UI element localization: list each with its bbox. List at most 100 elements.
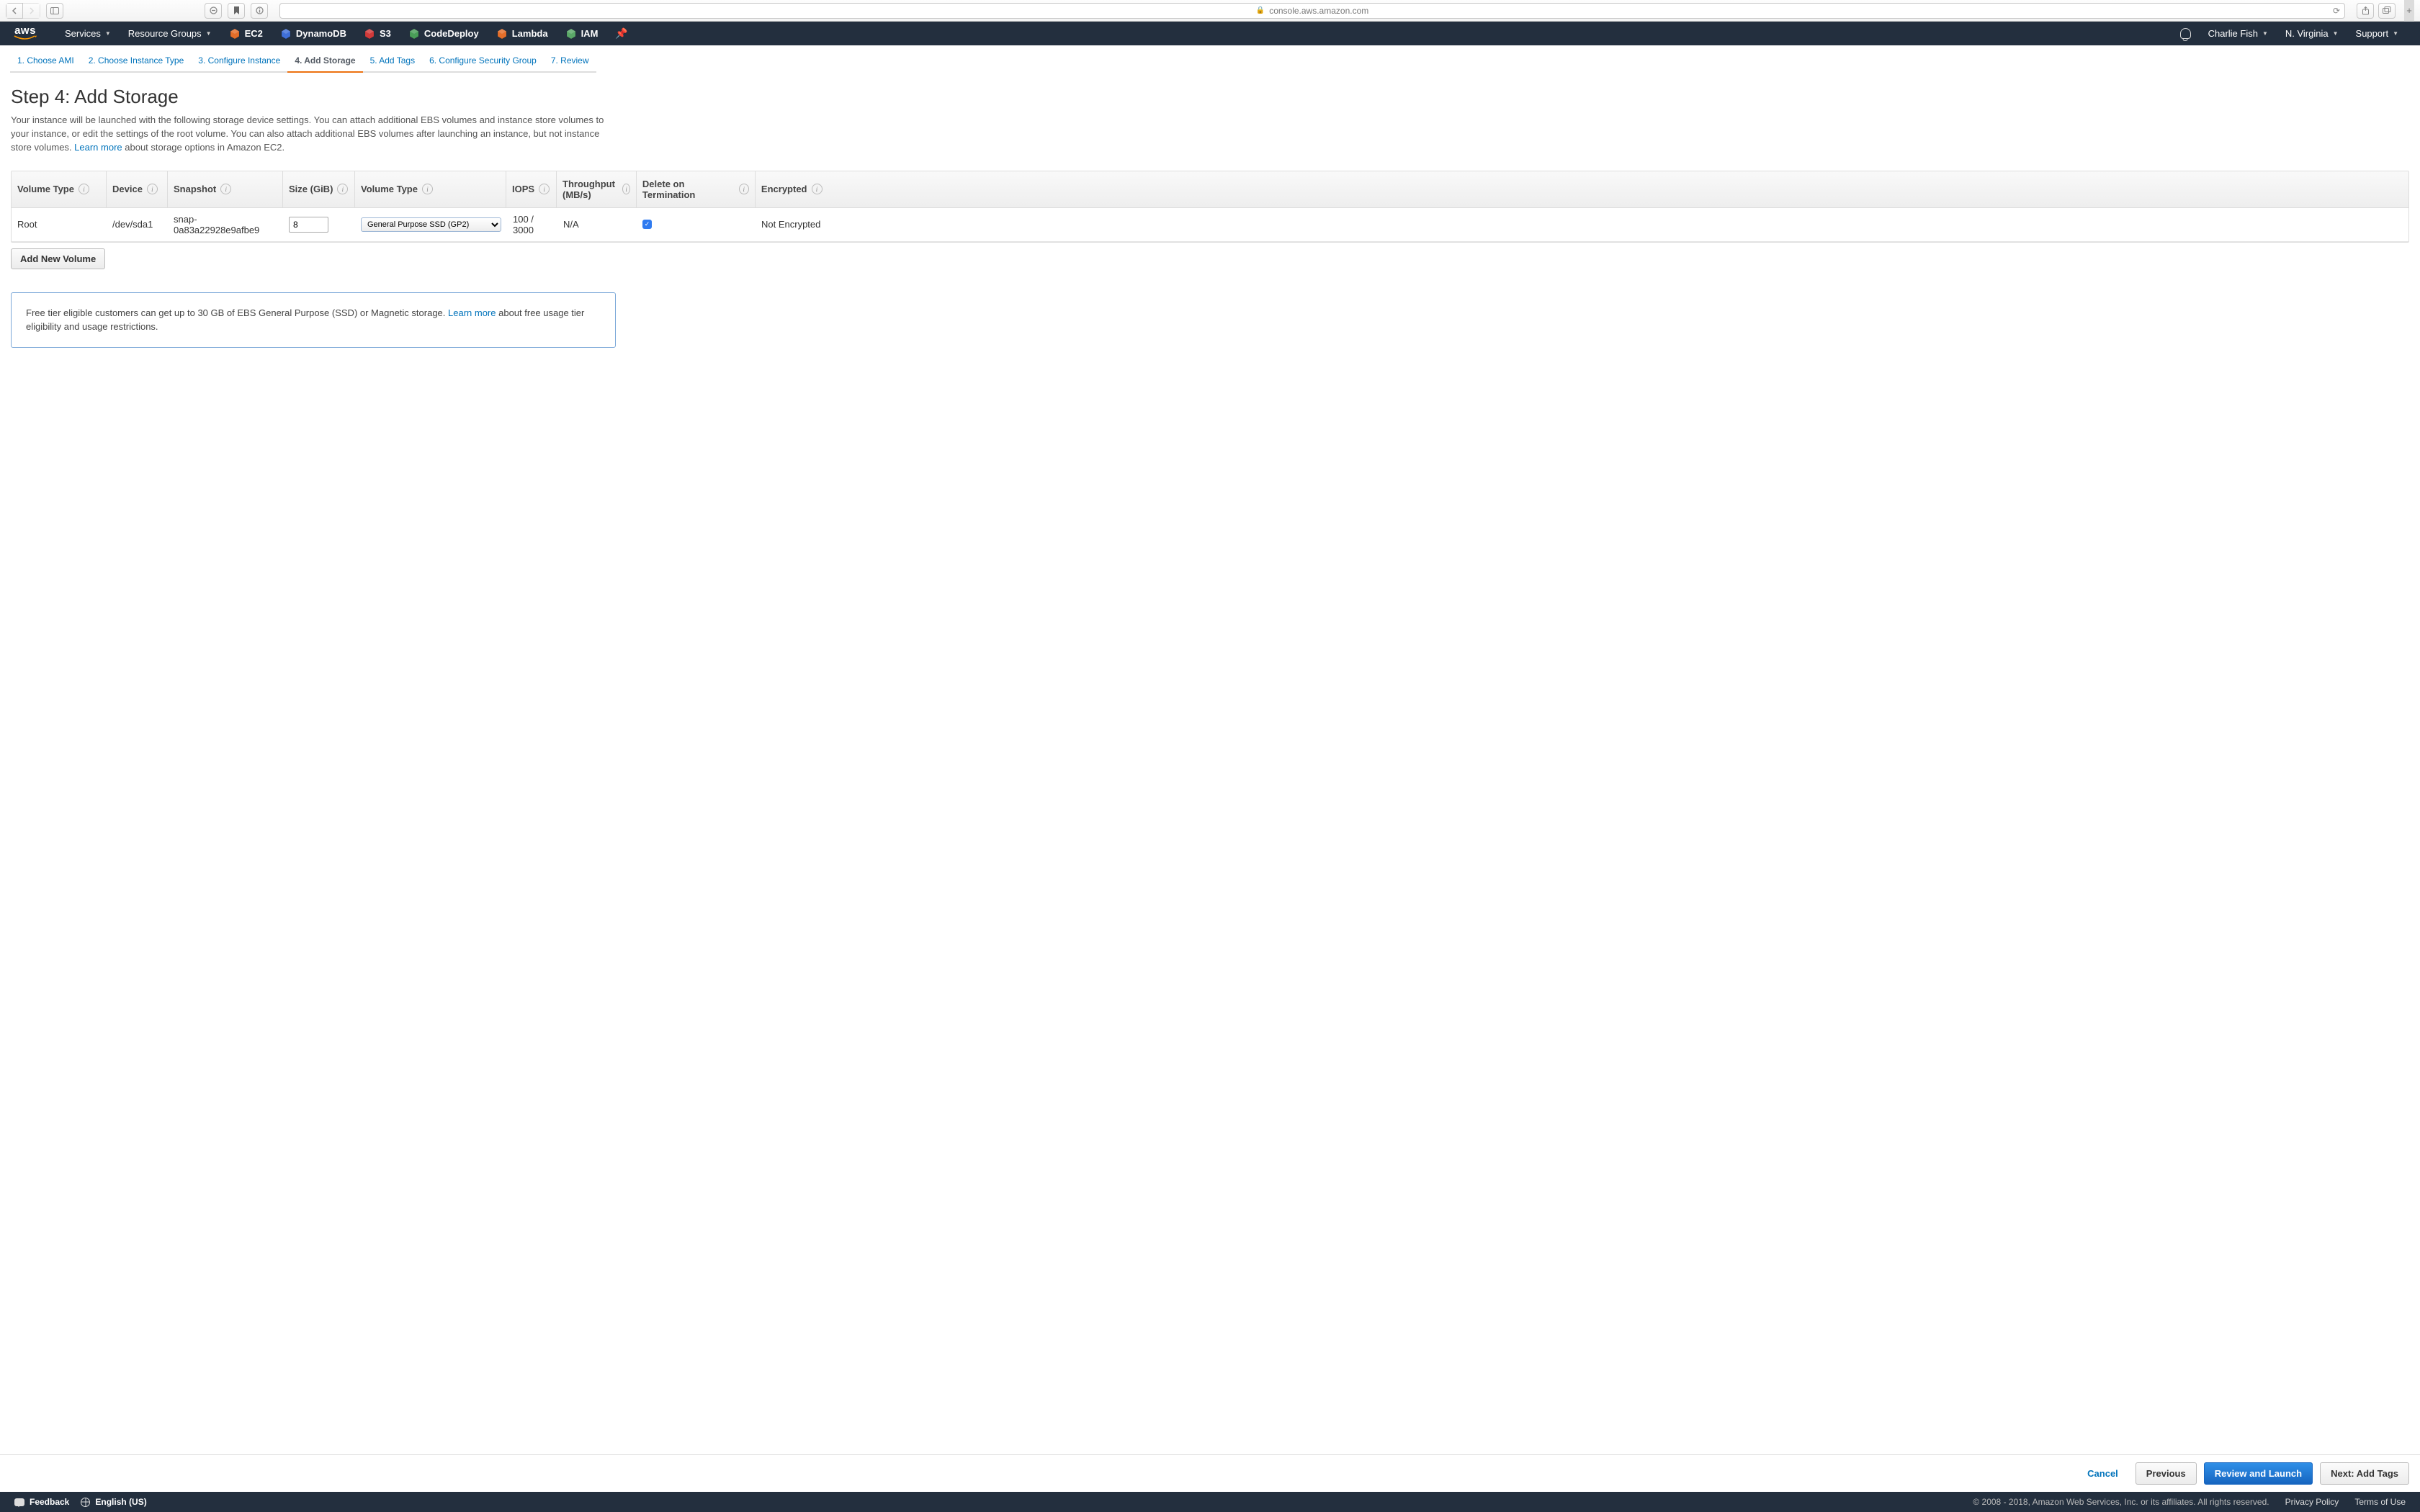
caret-down-icon: ▼ — [2333, 30, 2339, 37]
th-throughput: Throughput (MB/s)i — [557, 171, 637, 207]
nav-resource-groups-label: Resource Groups — [128, 28, 202, 39]
address-bar[interactable]: 🔒 console.aws.amazon.com ⟳ — [279, 3, 2345, 19]
dynamodb-icon — [280, 28, 292, 40]
url-host: console.aws.amazon.com — [1269, 6, 1368, 16]
privacy-report-button[interactable] — [205, 3, 222, 19]
cancel-button[interactable]: Cancel — [2077, 1462, 2128, 1485]
info-icon[interactable]: i — [337, 184, 348, 194]
footer-terms-link[interactable]: Terms of Use — [2354, 1497, 2406, 1507]
nav-shortcut-label: CodeDeploy — [424, 28, 479, 39]
nav-shortcut-lambda[interactable]: Lambda — [488, 22, 557, 45]
info-icon[interactable]: i — [812, 184, 823, 194]
table-header-row: Volume Typei Devicei Snapshoti Size (GiB… — [12, 171, 2408, 208]
info-icon[interactable]: i — [422, 184, 433, 194]
th-label: IOPS — [512, 184, 534, 194]
main-content: Step 4: Add Storage Your instance will b… — [0, 73, 2420, 1512]
forward-button[interactable] — [23, 3, 40, 19]
previous-button[interactable]: Previous — [2136, 1462, 2197, 1485]
share-button[interactable] — [2357, 3, 2374, 19]
pin-icon: 📌 — [615, 27, 627, 40]
cell-delete: ✓ — [637, 208, 756, 241]
nav-support[interactable]: Support ▼ — [2347, 22, 2407, 45]
footer-copyright: © 2008 - 2018, Amazon Web Services, Inc.… — [1973, 1497, 2269, 1507]
wizard-step-6[interactable]: 6. Configure Security Group — [422, 51, 544, 73]
cell-snapshot: snap-0a83a22928e9afbe9 — [168, 208, 283, 241]
back-button[interactable] — [6, 3, 23, 19]
th-snapshot: Snapshoti — [168, 171, 283, 207]
s3-icon — [364, 28, 375, 40]
free-tier-info-box: Free tier eligible customers can get up … — [11, 292, 616, 348]
aws-footer: Feedback English (US) © 2008 - 2018, Ama… — [0, 1492, 2420, 1512]
iam-icon — [565, 28, 577, 40]
wizard-step-1[interactable]: 1. Choose AMI — [10, 51, 81, 73]
reload-button[interactable]: ⟳ — [2333, 6, 2340, 16]
nav-support-label: Support — [2356, 28, 2389, 39]
info-icon[interactable]: i — [79, 184, 89, 194]
cell-size — [283, 208, 355, 241]
info-icon[interactable]: i — [147, 184, 158, 194]
footer-feedback[interactable]: Feedback — [14, 1497, 69, 1507]
wizard-step-3[interactable]: 3. Configure Instance — [191, 51, 287, 73]
nav-user[interactable]: Charlie Fish ▼ — [2200, 22, 2277, 45]
bell-icon — [2180, 28, 2191, 39]
desc-part2: about storage options in Amazon EC2. — [122, 142, 284, 153]
nav-shortcut-label: IAM — [581, 28, 599, 39]
cell-device: /dev/sda1 — [107, 208, 168, 241]
cell-volume-type-2: General Purpose SSD (GP2) — [355, 208, 507, 241]
th-encrypted: Encryptedi — [756, 171, 2408, 207]
nav-notifications[interactable] — [2172, 22, 2200, 45]
cell-iops: 100 / 3000 — [507, 208, 557, 241]
nav-shortcut-ec2[interactable]: EC2 — [220, 22, 272, 45]
caret-down-icon: ▼ — [105, 30, 111, 37]
bottom-action-bar: Cancel Previous Review and Launch Next: … — [0, 1454, 2420, 1492]
footer-language-label: English (US) — [95, 1497, 146, 1507]
nav-pin[interactable]: 📌 — [606, 22, 636, 45]
infobox-learn-more-link[interactable]: Learn more — [448, 307, 496, 318]
th-label: Delete on Termination — [642, 179, 735, 200]
th-delete: Delete on Termination i — [637, 171, 756, 207]
info-icon[interactable]: i — [739, 184, 749, 194]
aws-logo[interactable]: aws — [13, 26, 37, 41]
site-info-button[interactable] — [251, 3, 268, 19]
nav-shortcut-codedeploy[interactable]: CodeDeploy — [400, 22, 488, 45]
nav-shortcut-s3[interactable]: S3 — [355, 22, 400, 45]
sidebar-toggle-button[interactable] — [46, 3, 63, 19]
tabs-button[interactable] — [2378, 3, 2396, 19]
chat-icon — [14, 1498, 24, 1506]
nav-shortcut-dynamodb[interactable]: DynamoDB — [272, 22, 355, 45]
nav-resource-groups[interactable]: Resource Groups ▼ — [120, 22, 220, 45]
wizard-step-2[interactable]: 2. Choose Instance Type — [81, 51, 192, 73]
delete-on-termination-checkbox[interactable]: ✓ — [642, 220, 652, 229]
nav-region[interactable]: N. Virginia ▼ — [2277, 22, 2347, 45]
nav-shortcut-iam[interactable]: IAM — [557, 22, 607, 45]
learn-more-link[interactable]: Learn more — [74, 142, 122, 153]
lock-icon: 🔒 — [1256, 6, 1265, 14]
wizard-step-4[interactable]: 4. Add Storage — [287, 51, 362, 73]
caret-down-icon: ▼ — [206, 30, 212, 37]
size-input[interactable] — [289, 217, 328, 233]
review-and-launch-button[interactable]: Review and Launch — [2204, 1462, 2313, 1485]
info-icon[interactable]: i — [539, 184, 550, 194]
table-row: Root /dev/sda1 snap-0a83a22928e9afbe9 Ge… — [12, 208, 2408, 242]
th-label: Volume Type — [17, 184, 74, 194]
browser-chrome: 🔒 console.aws.amazon.com ⟳ + — [0, 0, 2420, 22]
nav-services[interactable]: Services ▼ — [56, 22, 120, 45]
footer-language[interactable]: English (US) — [81, 1497, 146, 1507]
cell-volume-type-1: Root — [12, 208, 107, 241]
storage-table: Volume Typei Devicei Snapshoti Size (GiB… — [11, 171, 2409, 243]
globe-icon — [81, 1498, 90, 1507]
volume-type-select[interactable]: General Purpose SSD (GP2) — [361, 217, 501, 232]
footer-privacy-link[interactable]: Privacy Policy — [2285, 1497, 2339, 1507]
bookmark-button[interactable] — [228, 3, 245, 19]
cell-throughput: N/A — [557, 208, 637, 241]
nav-region-label: N. Virginia — [2285, 28, 2329, 39]
add-new-volume-button[interactable]: Add New Volume — [11, 248, 105, 269]
info-icon[interactable]: i — [622, 184, 630, 194]
info-icon[interactable]: i — [220, 184, 231, 194]
new-tab-button[interactable]: + — [2404, 0, 2414, 22]
th-volume-type-2: Volume Typei — [355, 171, 506, 207]
next-add-tags-button[interactable]: Next: Add Tags — [2320, 1462, 2409, 1485]
nav-shortcut-label: EC2 — [245, 28, 263, 39]
wizard-step-5[interactable]: 5. Add Tags — [363, 51, 423, 73]
wizard-step-7[interactable]: 7. Review — [544, 51, 596, 73]
